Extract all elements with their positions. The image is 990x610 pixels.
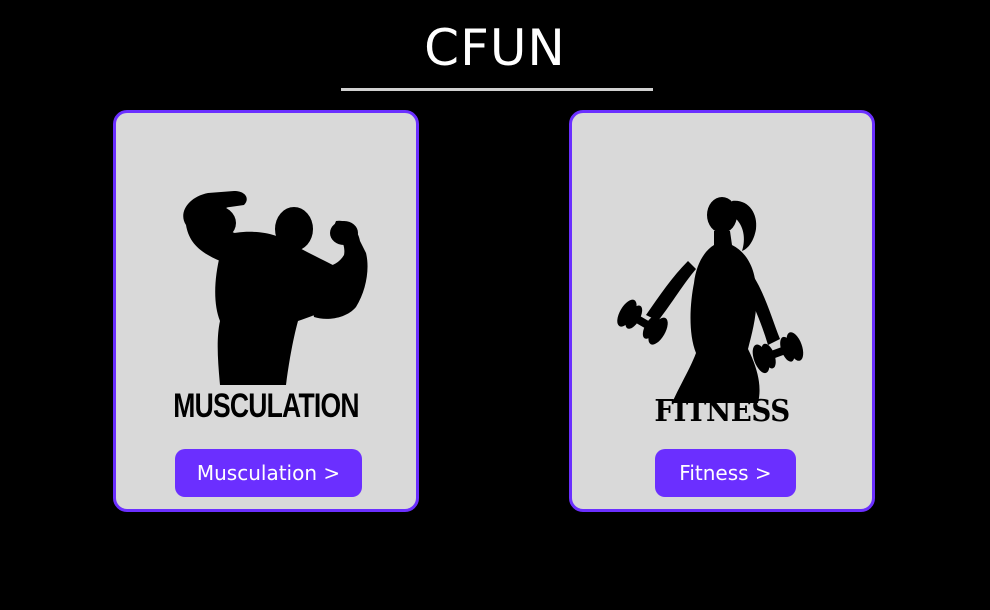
page-title: CFUN bbox=[424, 19, 566, 77]
card-label-fitness: FITNESS bbox=[654, 394, 790, 429]
fitness-button[interactable]: Fitness > bbox=[655, 449, 796, 497]
header: CFUN bbox=[0, 0, 990, 100]
card-musculation: MUSCULATION Musculation > bbox=[113, 110, 419, 512]
title-underline bbox=[341, 88, 653, 91]
musculation-button[interactable]: Musculation > bbox=[175, 449, 362, 497]
card-label-musculation: MUSCULATION bbox=[173, 387, 359, 425]
card-fitness: FITNESS Fitness > bbox=[569, 110, 875, 512]
